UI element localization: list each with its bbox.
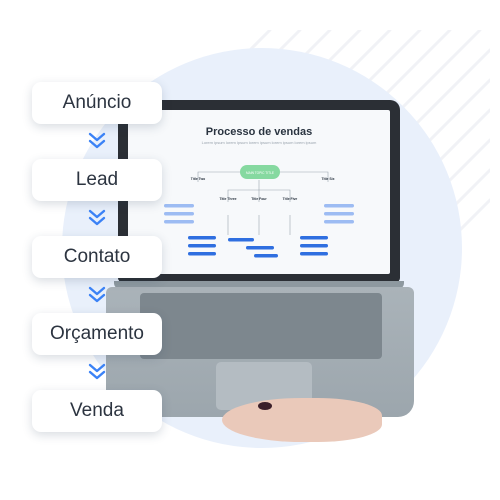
promo-illustration: Processo de vendas Lorem ipsum lorem ips… <box>0 0 500 500</box>
step-contato: Contato <box>32 236 162 278</box>
double-chevron-down-icon <box>88 209 106 226</box>
subtopic-label: Title Two <box>191 177 205 181</box>
laptop-keyboard <box>140 293 382 359</box>
double-chevron-down-icon <box>88 363 106 380</box>
mind-map-diagram: MAIN TOPIC TITLE Title Two Title Three T… <box>164 165 354 258</box>
fingernail <box>258 402 272 410</box>
right-leaf-nodes <box>300 204 354 256</box>
subtopic-label: Title Four <box>251 197 267 201</box>
subtopic-label: Title Three <box>219 197 236 201</box>
step-anuncio: Anúncio <box>32 82 162 124</box>
step-venda: Venda <box>32 390 162 432</box>
step-orcamento: Orçamento <box>32 313 162 355</box>
subtopic-label: Title Six <box>322 177 335 181</box>
left-leaf-nodes <box>164 204 216 256</box>
hand <box>222 398 382 442</box>
subtopic-label: Title Five <box>283 197 298 201</box>
main-topic-label: MAIN TOPIC TITLE <box>246 171 274 175</box>
double-chevron-down-icon <box>88 286 106 303</box>
center-leaf-nodes <box>228 238 278 258</box>
laptop-screen: Processo de vendas Lorem ipsum lorem ips… <box>128 110 390 274</box>
double-chevron-down-icon <box>88 132 106 149</box>
step-lead: Lead <box>32 159 162 201</box>
